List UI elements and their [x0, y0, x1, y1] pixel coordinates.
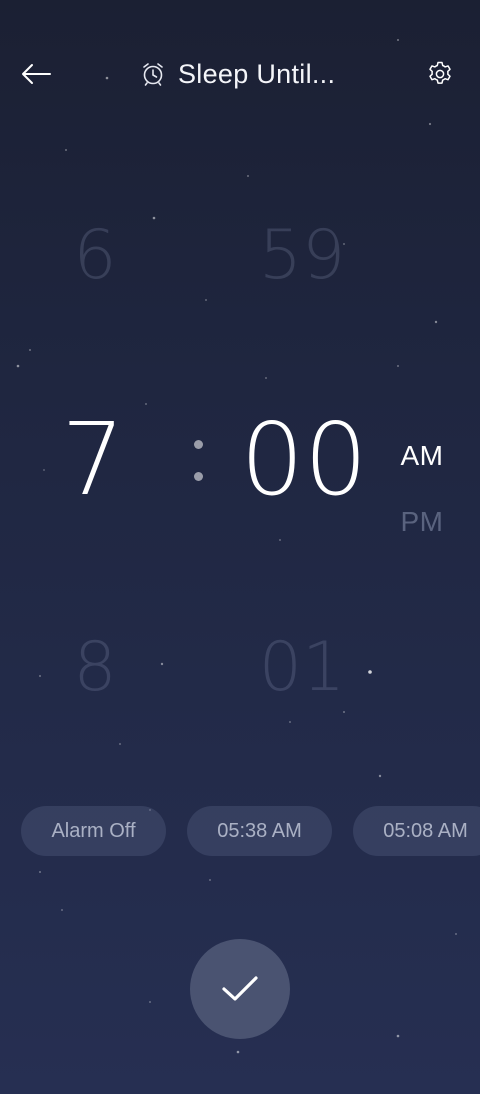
- top-bar: Sleep Until...: [0, 40, 480, 110]
- quick-time-chips: Alarm Off 05:38 AM 05:08 AM: [0, 806, 480, 858]
- chip-time-suggestion[interactable]: 05:38 AM: [187, 806, 332, 856]
- am-option[interactable]: AM: [392, 440, 452, 472]
- hour-prev-value[interactable]: 6: [40, 222, 150, 290]
- time-separator: [190, 436, 208, 486]
- chip-time-suggestion[interactable]: 05:08 AM: [353, 806, 480, 856]
- hour-current-value[interactable]: 7: [38, 410, 148, 510]
- back-button[interactable]: [14, 54, 58, 94]
- pm-option[interactable]: PM: [392, 506, 452, 538]
- starfield-background: [16, 39, 457, 1054]
- arrow-left-icon: [22, 64, 51, 84]
- hour-next-value[interactable]: 8: [40, 634, 150, 702]
- page-title: Sleep Until...: [178, 58, 336, 89]
- checkmark-icon: [222, 976, 258, 1001]
- gear-icon: [429, 61, 451, 84]
- chip-alarm-off[interactable]: Alarm Off: [21, 806, 166, 856]
- alarm-clock-icon: [138, 59, 168, 89]
- minute-prev-value[interactable]: 59: [232, 222, 372, 290]
- settings-button[interactable]: [420, 54, 460, 94]
- page-title-group: Sleep Until...: [138, 54, 335, 94]
- confirm-button[interactable]: [190, 939, 290, 1039]
- minute-current-value[interactable]: 00: [234, 410, 374, 510]
- minute-next-value[interactable]: 01: [232, 634, 372, 702]
